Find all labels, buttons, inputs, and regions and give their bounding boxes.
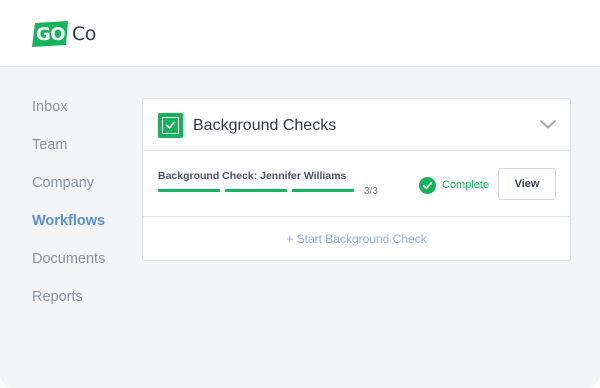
sidebar-item-reports[interactable]: Reports (32, 286, 132, 324)
sidebar-nav: Inbox Team Company Workflows Documents R… (32, 96, 132, 324)
sidebar-item-company[interactable]: Company (32, 172, 132, 210)
sidebar-item-documents[interactable]: Documents (32, 248, 132, 286)
checkbox-checked-icon (158, 113, 183, 138)
progress-count: 3/3 (364, 186, 378, 197)
progress-bar (158, 189, 359, 193)
progress-segment (225, 189, 287, 192)
top-bar: GO Co (0, 0, 600, 67)
logo-badge: GO (32, 21, 70, 47)
chevron-down-icon[interactable] (539, 118, 557, 130)
goco-logo[interactable]: GO Co (32, 20, 96, 48)
check-circle-icon (419, 176, 436, 194)
progress-segment (158, 189, 220, 192)
status-text: Complete (442, 179, 490, 191)
logo-co-text: Co (72, 23, 96, 45)
status-badge: Complete (419, 176, 489, 194)
start-background-check-link[interactable]: + Start Background Check (143, 218, 570, 260)
card-title: Background Checks (193, 117, 337, 134)
progress-segment (292, 189, 354, 192)
logo-go-text: GO (36, 24, 66, 45)
background-check-row: Background Check: Jennifer Williams 3/3 … (143, 151, 570, 217)
row-title: Background Check: Jennifer Williams (158, 170, 347, 182)
card-header[interactable]: Background Checks (143, 99, 570, 151)
background-checks-card: Background Checks Background Check: Jenn… (142, 98, 571, 261)
app-window: GO Co Inbox Team Company Workflows Docum… (0, 0, 600, 388)
view-button[interactable]: View (498, 168, 556, 200)
sidebar-item-workflows[interactable]: Workflows (32, 210, 132, 248)
checkmark-glyph (166, 121, 175, 129)
sidebar-item-team[interactable]: Team (32, 134, 132, 172)
sidebar-item-inbox[interactable]: Inbox (32, 96, 132, 134)
